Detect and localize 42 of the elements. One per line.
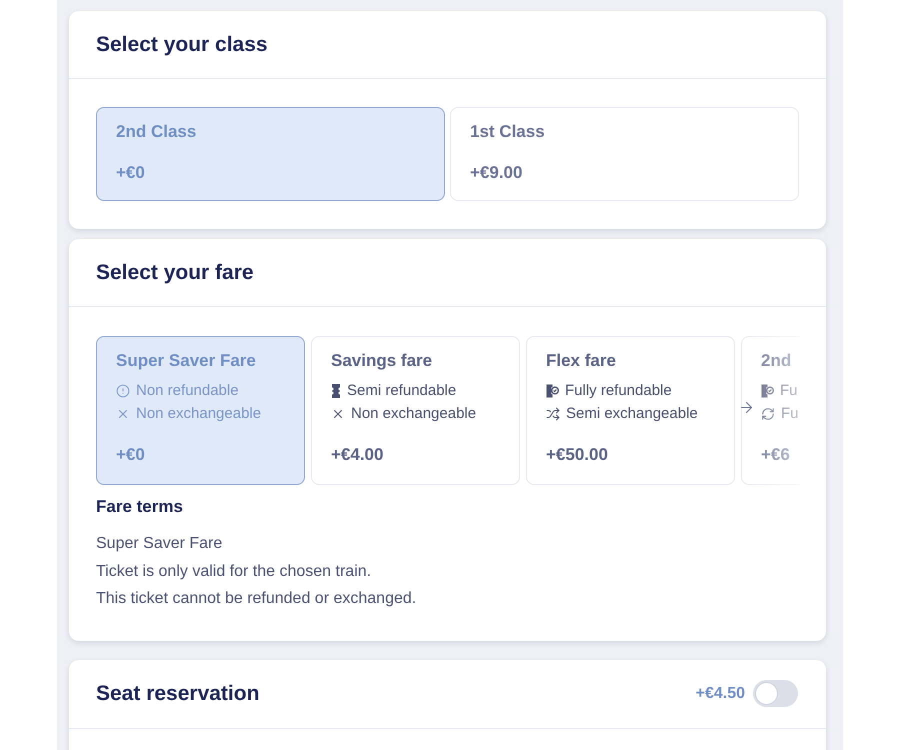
class-price: +€9.00 [470,162,522,184]
alert-circle-icon [116,384,130,398]
fare-feature: Fu [781,404,799,424]
fare-name: 2nd [761,350,792,372]
fare-name: Super Saver Fare [116,350,256,372]
scroll-right-arrow-icon[interactable] [738,399,755,416]
fare-terms-title: Fare terms [96,497,184,517]
fare-option[interactable]: Super Saver Fare Non refundable Non exchangeable +€0 [96,336,305,485]
class-option[interactable]: 1st Class +€9.00 [450,107,799,201]
ticket-check-icon [761,384,774,398]
fare-feature: Non exchangeable [136,404,262,424]
fare-feature: Fully refundable [565,381,672,401]
class-price: +€0 [116,162,145,184]
fare-terms-line: This ticket cannot be refunded or exchanged. [96,589,418,609]
fare-feature: Semi exchangeable [566,404,698,424]
fare-price: +€6 [761,444,790,466]
fare-feature: Non refundable [136,381,239,401]
seat-price: +€4.50 [696,684,745,704]
fare-name: Savings fare [331,350,432,372]
ticket-icon [331,384,341,398]
fare-feature: Semi refundable [347,381,456,401]
fare-price: +€50.00 [546,444,608,466]
shuffle-icon [546,406,560,420]
fare-option[interactable]: Savings fare Semi refundable Non exchangeable +€4.00 [311,336,520,485]
fare-name: Flex fare [546,350,616,372]
section-title: Select your class [96,32,268,58]
class-name: 2nd Class [116,121,196,143]
fare-feature: Non exchangeable [351,404,476,424]
ticket-check-icon [546,384,559,398]
fare-price: +€0 [116,444,145,466]
refresh-icon [761,406,775,420]
fare-option[interactable]: Flex fare Fully refundable Semi exchangeable +€50.00 [526,336,735,485]
fare-terms-line: Super Saver Fare [96,534,224,554]
fare-option[interactable]: 2nd Fu Fu +€6 [741,336,800,485]
fare-price: +€4.00 [331,444,384,466]
section-title: Select your fare [96,260,254,286]
toggle-switch[interactable] [753,680,798,707]
fare-feature: Fu [780,381,798,401]
section-title: Seat reservation [96,680,260,706]
class-name: 1st Class [470,121,545,143]
class-option[interactable]: 2nd Class +€0 [96,107,445,201]
fare-terms-line: Ticket is only valid for the chosen train. [96,562,372,582]
